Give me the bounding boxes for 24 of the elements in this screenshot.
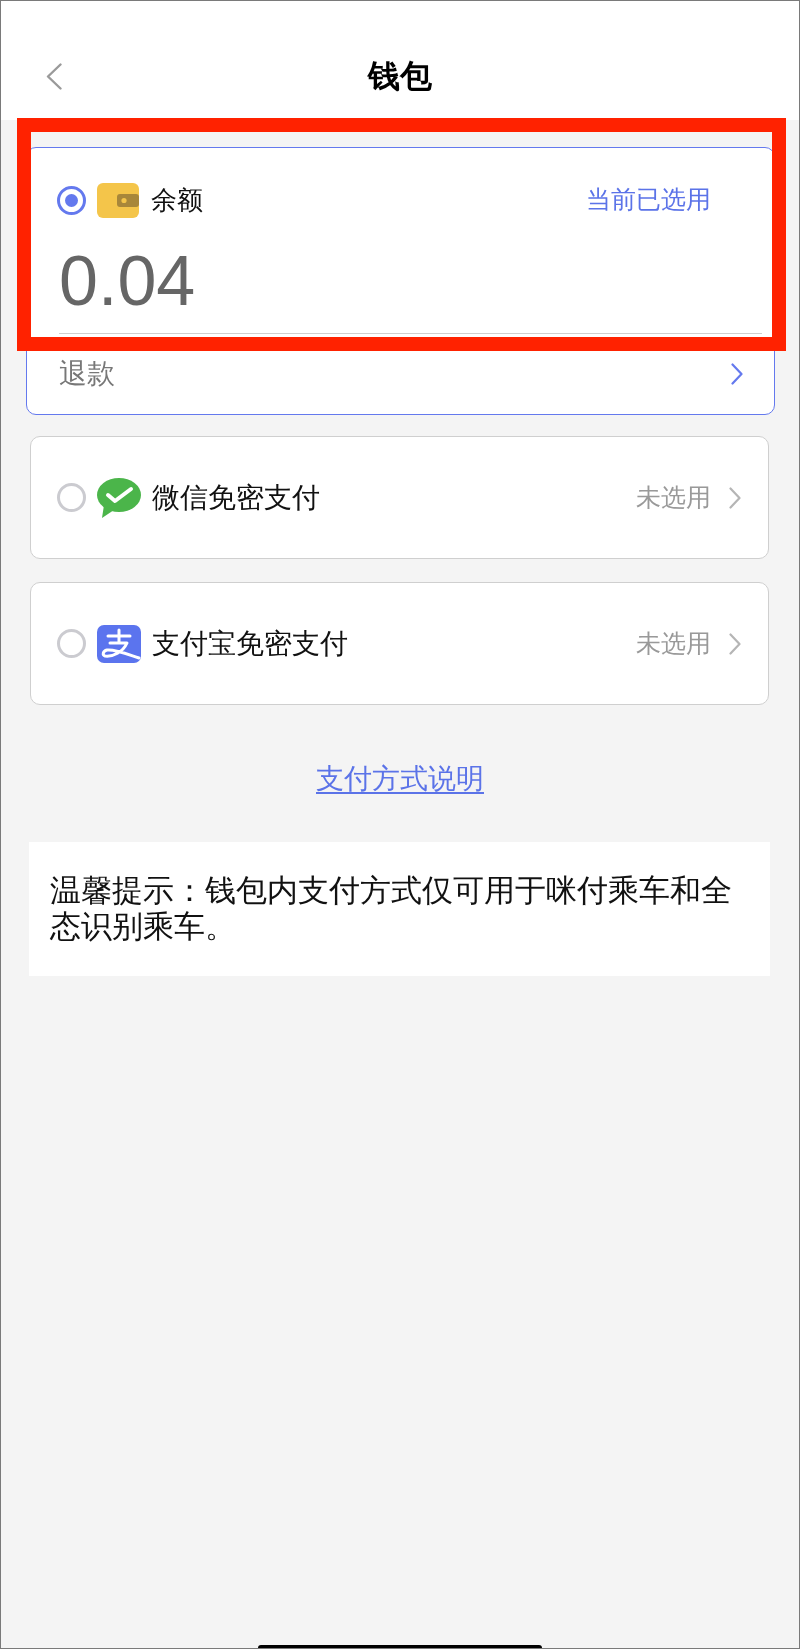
method-name: 支付宝免密支付 [152,626,348,661]
logo-tile-icon [97,624,141,663]
payment-info-link[interactable]: 支付方式说明 [316,759,484,799]
status-label: 当前已选用 [586,184,711,216]
radio-button[interactable] [57,629,86,658]
chevron-right-icon [731,362,743,385]
status-label: 未选用 [636,627,711,659]
radio-button[interactable] [57,185,86,215]
tip-text: 温馨提示：钱包内支付方式仅可用于咪付乘车和全态识别乘车。 [29,842,770,976]
payment-card[interactable]: 支付宝免密支付 未选用 [30,582,769,705]
status-label: 未选用 [636,481,711,513]
radio-button[interactable] [57,483,86,512]
method-name: 微信免密支付 [152,480,320,515]
method-name: 余额 [151,183,203,217]
chevron-right-icon [729,632,741,655]
chat-bubble-check-icon [97,477,141,518]
chevron-right-icon [729,486,741,509]
wallet-icon [97,182,139,218]
page-title: 钱包 [368,60,432,92]
balance-amount: 0.04 [59,246,196,316]
chevron-left-icon [46,62,62,90]
payment-card[interactable]: 余额 当前已选用 0.04 退款 [26,147,775,415]
refund-item[interactable]: 退款 [27,334,774,413]
payment-card[interactable]: 微信免密支付 未选用 [30,436,769,559]
